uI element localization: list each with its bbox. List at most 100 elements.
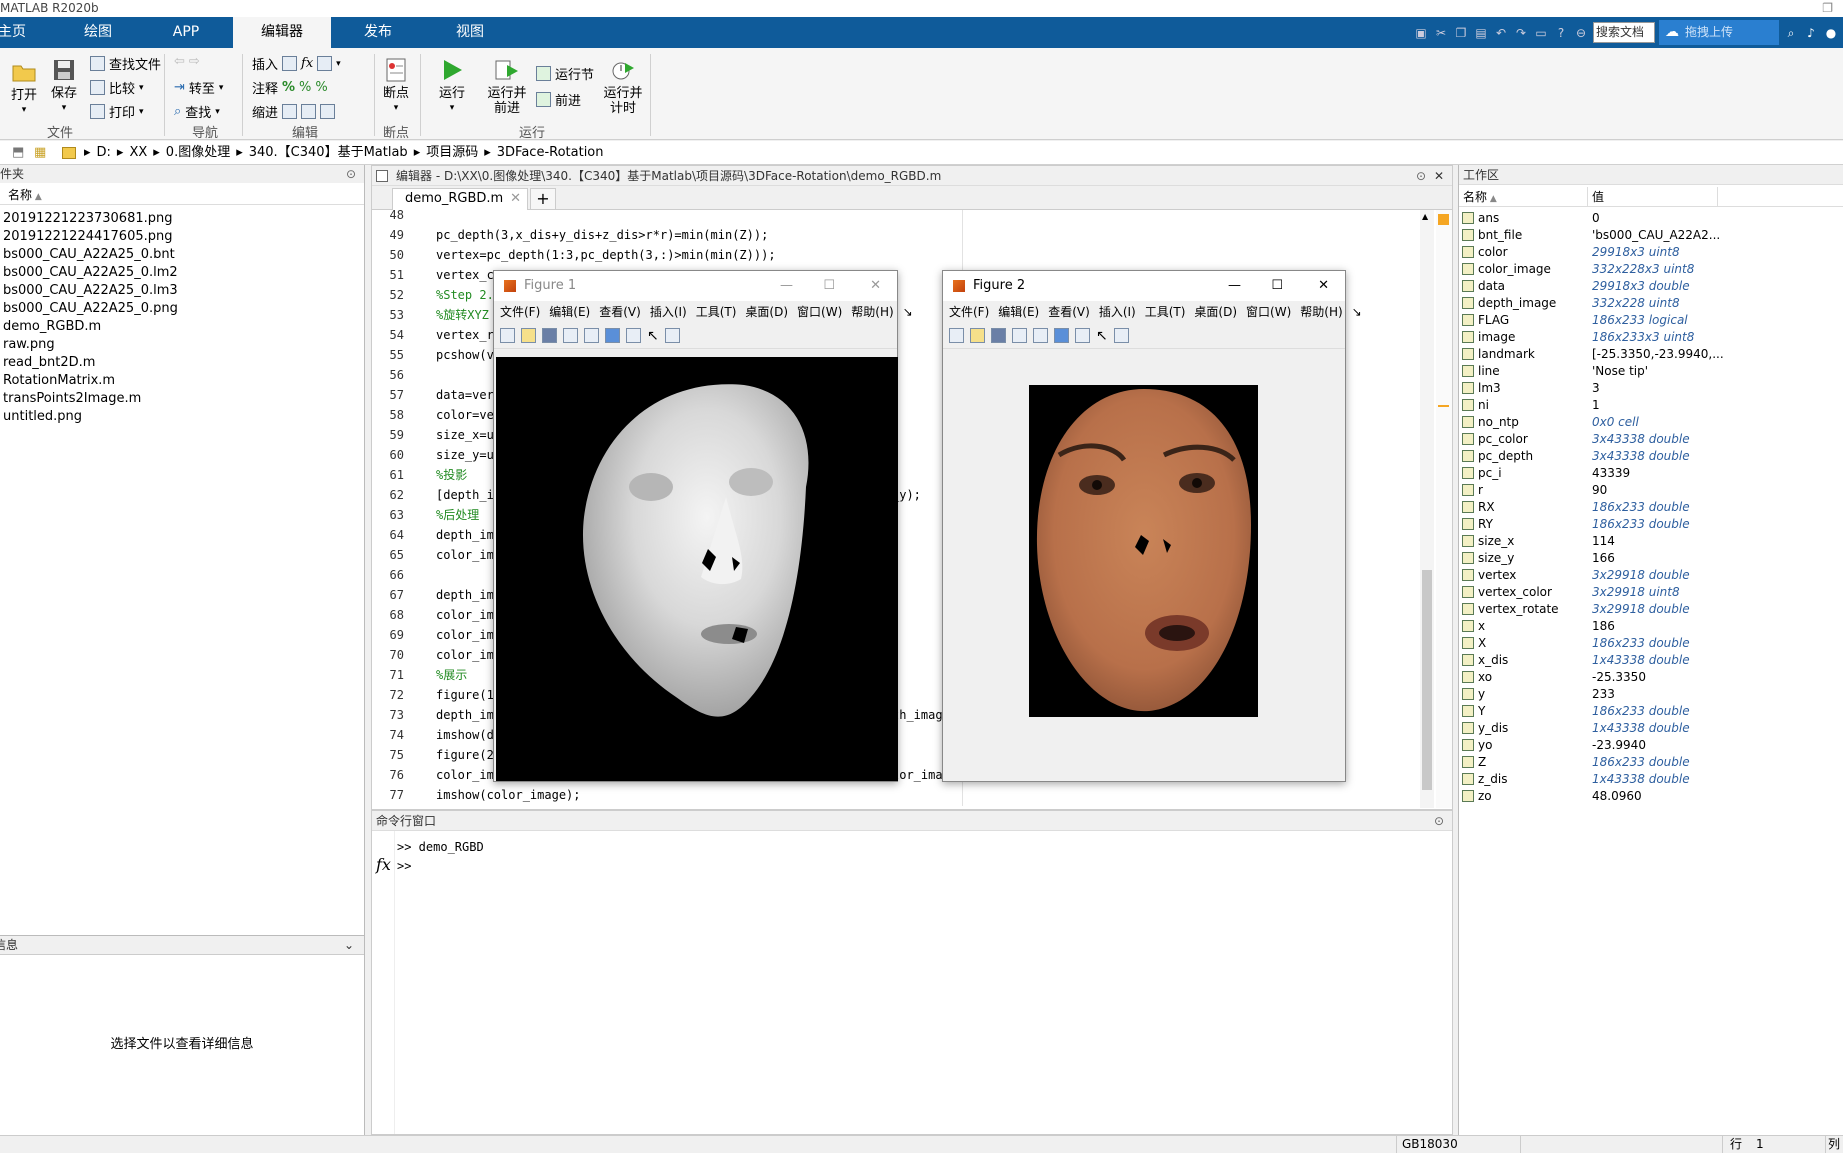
tab-home[interactable]: 主页: [0, 17, 32, 48]
table-row[interactable]: depth_image 332x228 uint8: [1459, 295, 1843, 312]
menu-window[interactable]: 窗口(W): [797, 301, 842, 323]
maximize-icon[interactable]: ☐: [823, 271, 835, 301]
options-icon[interactable]: ⊖: [1573, 25, 1589, 41]
table-row[interactable]: lm3 3: [1459, 380, 1843, 397]
account-icon[interactable]: ●: [1823, 25, 1839, 41]
table-row[interactable]: pc_color 3x43338 double: [1459, 431, 1843, 448]
tab-view[interactable]: 视图: [440, 17, 500, 48]
menu-file[interactable]: 文件(F): [500, 301, 540, 323]
table-row[interactable]: pc_i 43339: [1459, 465, 1843, 482]
pointer-icon[interactable]: ↖: [647, 328, 659, 344]
chevron-down-icon[interactable]: ⌄: [344, 936, 354, 954]
undo-icon[interactable]: ↶: [1493, 25, 1509, 41]
copy-icon[interactable]: ❐: [1453, 25, 1469, 41]
help-icon[interactable]: ?: [1553, 25, 1569, 41]
save-button[interactable]: 保存 ▾: [48, 56, 80, 116]
menu-edit[interactable]: 编辑(E): [998, 301, 1039, 323]
up-folder-icon[interactable]: ⬒: [12, 141, 24, 165]
tab-editor[interactable]: 编辑器: [233, 17, 331, 48]
open-file-icon[interactable]: [521, 328, 536, 343]
colorbar-icon[interactable]: [605, 328, 620, 343]
pointer-icon[interactable]: ↖: [1096, 328, 1108, 344]
warning-indicator[interactable]: [1438, 214, 1449, 225]
close-icon[interactable]: ✕: [1318, 271, 1329, 301]
new-tab-button[interactable]: +: [530, 188, 556, 210]
breadcrumb-item[interactable]: XX: [129, 141, 147, 165]
table-row[interactable]: xo -25.3350: [1459, 669, 1843, 686]
breakpoints-button[interactable]: 断点 ▾: [380, 56, 412, 116]
panel-menu-icon[interactable]: ⊙: [346, 165, 356, 183]
name-column-header[interactable]: 名称 ▲: [0, 185, 364, 205]
property-editor-icon[interactable]: [664, 328, 680, 343]
compare-button[interactable]: 比较 ▾: [90, 78, 144, 97]
file-tab[interactable]: demo_RGBD.m ✕: [392, 188, 528, 210]
menu-edit[interactable]: 编辑(E): [549, 301, 590, 323]
editor-scrollbar[interactable]: ▲: [1420, 210, 1434, 808]
advance-button[interactable]: 前进: [536, 90, 581, 109]
table-row[interactable]: image 186x233x3 uint8: [1459, 329, 1843, 346]
insert-button[interactable]: 插入 fx ▾: [252, 54, 341, 73]
search-icon[interactable]: ⌕: [1783, 25, 1799, 41]
menu-tools[interactable]: 工具(T): [696, 301, 737, 323]
table-row[interactable]: no_ntp 0x0 cell: [1459, 414, 1843, 431]
menu-desktop[interactable]: 桌面(D): [745, 301, 788, 323]
table-row[interactable]: bnt_file 'bs000_CAU_A22A2...: [1459, 227, 1843, 244]
list-item[interactable]: raw.png: [0, 336, 178, 354]
table-row[interactable]: ans 0: [1459, 210, 1843, 227]
ws-value-column[interactable]: 值: [1592, 187, 1604, 207]
upload-button[interactable]: ☁ 拖拽上传: [1659, 20, 1779, 45]
code-line[interactable]: 48: [372, 210, 1412, 225]
menu-window[interactable]: 窗口(W): [1246, 301, 1291, 323]
open-file-icon[interactable]: [970, 328, 985, 343]
switch-windows-icon[interactable]: ▭: [1533, 25, 1549, 41]
list-item[interactable]: read_bnt2D.m: [0, 354, 178, 372]
close-icon[interactable]: ✕: [1434, 166, 1444, 186]
list-item[interactable]: untitled.png: [0, 408, 178, 426]
forward-arrow-icon[interactable]: ⇨: [189, 54, 200, 69]
ws-name-column[interactable]: 名称 ▲: [1463, 187, 1497, 209]
code-line[interactable]: 49 pc_depth(3,x_dis+y_dis+z_dis>r*r)=min(…: [372, 225, 1412, 245]
breadcrumb-drive[interactable]: D:: [97, 141, 111, 165]
table-row[interactable]: size_y 166: [1459, 550, 1843, 567]
menu-insert[interactable]: 插入(I): [1099, 301, 1136, 323]
uncomment-icon[interactable]: %: [299, 80, 311, 95]
menu-overflow-icon[interactable]: ↘: [1352, 301, 1362, 323]
table-row[interactable]: RY 186x233 double: [1459, 516, 1843, 533]
tab-apps[interactable]: APP: [156, 17, 216, 48]
table-row[interactable]: y_dis 1x43338 double: [1459, 720, 1843, 737]
panel-menu-icon[interactable]: ⊙: [1434, 811, 1444, 831]
minimize-icon[interactable]: —: [1228, 271, 1241, 301]
table-row[interactable]: size_x 114: [1459, 533, 1843, 550]
warning-marker[interactable]: [1438, 405, 1449, 407]
menu-view[interactable]: 查看(V): [1048, 301, 1090, 323]
table-row[interactable]: data 29918x3 double: [1459, 278, 1843, 295]
back-arrow-icon[interactable]: ⇦: [174, 54, 185, 69]
percent-icon[interactable]: %: [282, 80, 295, 95]
table-row[interactable]: z_dis 1x43338 double: [1459, 771, 1843, 788]
print-figure-icon[interactable]: [1012, 328, 1027, 343]
open-button[interactable]: 打开 ▾: [8, 58, 40, 118]
cut-icon[interactable]: ✂: [1433, 25, 1449, 41]
ws-divider[interactable]: [1587, 187, 1588, 207]
breadcrumb-item[interactable]: 项目源码: [426, 141, 478, 165]
list-item[interactable]: 20191221223730681.png: [0, 210, 178, 228]
table-row[interactable]: yo -23.9940: [1459, 737, 1843, 754]
comment-button[interactable]: 注释%%%: [252, 78, 328, 97]
menu-insert[interactable]: 插入(I): [650, 301, 687, 323]
list-item[interactable]: bs000_CAU_A22A25_0.lm2: [0, 264, 178, 282]
run-section-button[interactable]: 运行节: [536, 64, 594, 83]
print-button[interactable]: 打印 ▾: [90, 102, 144, 121]
paste-icon[interactable]: ▤: [1473, 25, 1489, 41]
run-and-time-button[interactable]: 运行并 计时: [602, 56, 644, 116]
smart-indent-icon[interactable]: [282, 104, 298, 119]
table-row[interactable]: line 'Nose tip': [1459, 363, 1843, 380]
goto-button[interactable]: ⇥ 转至 ▾: [174, 78, 223, 97]
print-figure-icon[interactable]: [563, 328, 578, 343]
breadcrumb-item[interactable]: 0.图像处理: [166, 141, 230, 165]
colorbar-icon[interactable]: [1054, 328, 1069, 343]
link-plot-icon[interactable]: [584, 328, 599, 343]
breadcrumb-item[interactable]: 3DFace-Rotation: [497, 141, 604, 165]
run-and-advance-button[interactable]: 运行并 前进: [486, 56, 528, 116]
fx-icon[interactable]: fx: [301, 56, 313, 71]
table-row[interactable]: landmark [-25.3350,-23.9940,...: [1459, 346, 1843, 363]
